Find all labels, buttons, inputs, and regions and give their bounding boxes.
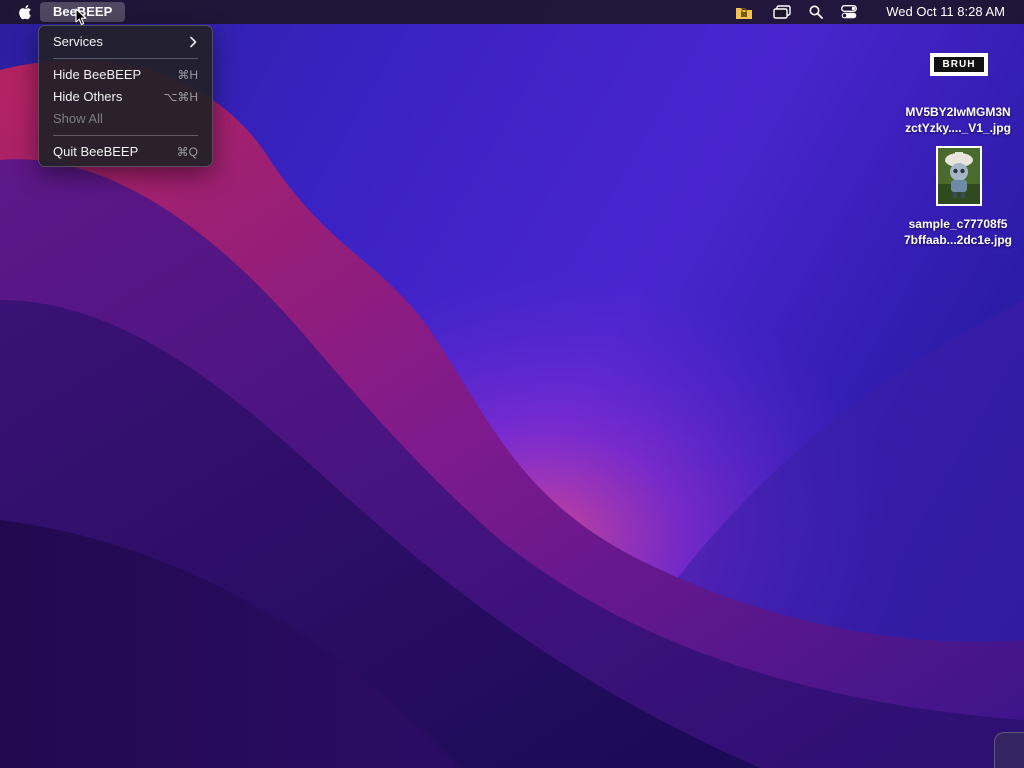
menu-item-label: Hide BeeBEEP [53, 67, 142, 82]
character-image-icon [938, 148, 980, 204]
menu-separator [53, 58, 198, 59]
menu-item-show-all: Show All [44, 108, 207, 130]
menu-item-label: Services [53, 34, 103, 49]
file-thumbnail-sample-image[interactable] [936, 146, 982, 206]
screen-mirroring-icon[interactable] [771, 0, 793, 24]
file-name-line-1: MV5BY2IwMGM3N [905, 105, 1011, 119]
app-dropdown-menu: Services Hide BeeBEEP ⌘H Hide Others ⌥⌘H… [38, 25, 213, 167]
menu-shortcut: ⌘Q [176, 145, 198, 159]
desktop-file-label[interactable]: MV5BY2IwMGM3N zctYzky...._V1_.jpg [896, 104, 1020, 136]
folder-lock-icon[interactable] [734, 0, 754, 24]
desktop-file-label[interactable]: sample_c77708f5 7bffaab...2dc1e.jpg [896, 216, 1020, 248]
menu-shortcut: ⌥⌘H [163, 90, 199, 104]
file-thumbnail-bruh[interactable]: BRUH [930, 53, 988, 76]
menu-bar: BeeBEEP Wed Oct 11 8:28 AM [0, 0, 1024, 24]
menu-item-label: Hide Others [53, 89, 123, 104]
menubar-clock[interactable]: Wed Oct 11 8:28 AM [886, 0, 1005, 24]
chevron-right-icon [190, 36, 197, 48]
bruh-thumbnail-text: BRUH [934, 57, 984, 72]
menu-item-label: Quit BeeBEEP [53, 144, 139, 159]
menu-item-label: Show All [53, 111, 103, 126]
file-name-line-2: zctYzky...._V1_.jpg [905, 121, 1011, 135]
file-name-line-2: 7bffaab...2dc1e.jpg [903, 233, 1013, 247]
menu-item-services[interactable]: Services [44, 31, 207, 53]
menu-item-quit-beebeep[interactable]: Quit BeeBEEP ⌘Q [44, 141, 207, 163]
dock-edge[interactable] [994, 732, 1024, 768]
menu-item-hide-others[interactable]: Hide Others ⌥⌘H [44, 86, 207, 108]
file-name-line-1: sample_c77708f5 [908, 217, 1008, 231]
menu-separator [53, 135, 198, 136]
menu-item-hide-beebeep[interactable]: Hide BeeBEEP ⌘H [44, 64, 207, 86]
control-center-icon[interactable] [839, 0, 859, 24]
search-icon[interactable] [807, 0, 825, 24]
menu-shortcut: ⌘H [177, 68, 198, 82]
mouse-pointer-icon [75, 8, 87, 26]
apple-logo-icon[interactable] [18, 3, 34, 21]
